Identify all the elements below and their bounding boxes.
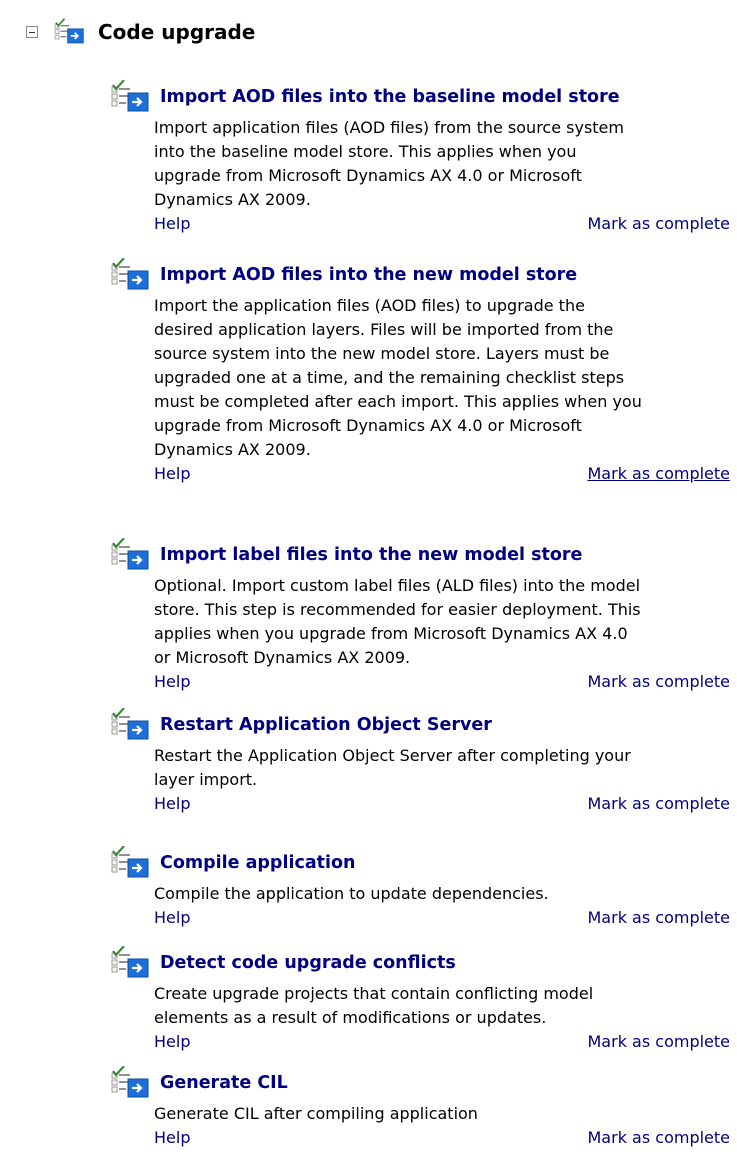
step-description-line: Generate CIL after compiling application: [154, 1104, 478, 1123]
step-description-line: layer import.: [154, 770, 258, 789]
step-description-line: Dynamics AX 2009.: [154, 440, 311, 459]
checklist-task-icon: [111, 258, 149, 290]
mark-as-complete-link[interactable]: Mark as complete: [588, 1126, 731, 1150]
collapse-toggle[interactable]: [26, 26, 38, 38]
step-description-line: must be completed after each import. Thi…: [154, 392, 642, 411]
step-description-line: Create upgrade projects that contain con…: [154, 984, 594, 1003]
step-links: Help Mark as complete: [154, 670, 730, 694]
section-title: Code upgrade: [98, 20, 256, 44]
step-links: Help Mark as complete: [154, 212, 730, 236]
step-description: Generate CIL after compiling application: [154, 1102, 730, 1126]
checklist-step: Generate CIL Generate CIL after compiling…: [108, 1066, 730, 1150]
step-description-line: upgraded one at a time, and the remainin…: [154, 368, 625, 387]
step-description-line: elements as a result of modifications or…: [154, 1008, 547, 1027]
step-header: Generate CIL: [108, 1066, 730, 1100]
step-title-link[interactable]: Restart Application Object Server: [160, 715, 492, 735]
mark-as-complete-link[interactable]: Mark as complete: [588, 670, 731, 694]
mark-as-complete-link[interactable]: Mark as complete: [588, 906, 731, 930]
help-link[interactable]: Help: [154, 1126, 190, 1150]
step-title-link[interactable]: Import label files into the new model st…: [160, 545, 582, 565]
step-description-line: upgrade from Microsoft Dynamics AX 4.0 o…: [154, 166, 582, 185]
checklist-task-icon: [111, 708, 149, 740]
checklist-task-icon: [111, 946, 149, 978]
step-description: Compile the application to update depend…: [154, 882, 730, 906]
checklist-step: Detect code upgrade conflicts Create upgr…: [108, 946, 730, 1054]
help-link[interactable]: Help: [154, 212, 190, 236]
checklist-step: Compile application Compile the applicati…: [108, 846, 730, 930]
step-title-link[interactable]: Compile application: [160, 853, 355, 873]
step-links: Help Mark as complete: [154, 792, 730, 816]
checklist-section-icon: [54, 18, 84, 44]
step-links: Help Mark as complete: [154, 1030, 730, 1054]
step-header: Compile application: [108, 846, 730, 880]
checklist-step: Import label files into the new model st…: [108, 538, 730, 694]
help-link[interactable]: Help: [154, 670, 190, 694]
step-description-line: into the baseline model store. This appl…: [154, 142, 577, 161]
step-header: Import label files into the new model st…: [108, 538, 730, 572]
step-description-line: desired application layers. Files will b…: [154, 320, 614, 339]
help-link[interactable]: Help: [154, 1030, 190, 1054]
mark-as-complete-link[interactable]: Mark as complete: [588, 212, 731, 236]
step-description-line: Restart the Application Object Server af…: [154, 746, 631, 765]
step-description-line: source system into the new model store. …: [154, 344, 610, 363]
mark-as-complete-link[interactable]: Mark as complete: [588, 462, 731, 486]
checklist-step: Import AOD files into the new model stor…: [108, 258, 730, 486]
checklist-task-icon: [111, 80, 149, 112]
step-title-link[interactable]: Generate CIL: [160, 1073, 288, 1093]
step-links: Help Mark as complete: [154, 462, 730, 486]
step-description: Import the application files (AOD files)…: [154, 294, 730, 462]
help-link[interactable]: Help: [154, 792, 190, 816]
step-description-line: Dynamics AX 2009.: [154, 190, 311, 209]
step-header: Detect code upgrade conflicts: [108, 946, 730, 980]
section-header: Code upgrade: [26, 10, 255, 54]
step-links: Help Mark as complete: [154, 1126, 730, 1150]
step-description-line: or Microsoft Dynamics AX 2009.: [154, 648, 411, 667]
checklist-step: Import AOD files into the baseline model…: [108, 80, 730, 236]
checklist-step: Restart Application Object Server Restart…: [108, 708, 730, 816]
help-link[interactable]: Help: [154, 462, 190, 486]
step-links: Help Mark as complete: [154, 906, 730, 930]
step-title-link[interactable]: Import AOD files into the new model stor…: [160, 265, 577, 285]
help-link[interactable]: Help: [154, 906, 190, 930]
mark-as-complete-link[interactable]: Mark as complete: [588, 792, 731, 816]
step-description-line: upgrade from Microsoft Dynamics AX 4.0 o…: [154, 416, 582, 435]
step-header: Import AOD files into the baseline model…: [108, 80, 730, 114]
step-description-line: applies when you upgrade from Microsoft …: [154, 624, 628, 643]
step-description-line: Optional. Import custom label files (ALD…: [154, 576, 641, 595]
step-title-link[interactable]: Import AOD files into the baseline model…: [160, 87, 620, 107]
step-description-line: Import the application files (AOD files)…: [154, 296, 585, 315]
step-description: Restart the Application Object Server af…: [154, 744, 730, 792]
step-header: Restart Application Object Server: [108, 708, 730, 742]
step-description-line: store. This step is recommended for easi…: [154, 600, 641, 619]
mark-as-complete-link[interactable]: Mark as complete: [588, 1030, 731, 1054]
step-description-line: Import application files (AOD files) fro…: [154, 118, 624, 137]
step-description: Import application files (AOD files) fro…: [154, 116, 730, 212]
step-description-line: Compile the application to update depend…: [154, 884, 549, 903]
checklist-task-icon: [111, 538, 149, 570]
step-description: Optional. Import custom label files (ALD…: [154, 574, 730, 670]
checklist-task-icon: [111, 846, 149, 878]
step-title-link[interactable]: Detect code upgrade conflicts: [160, 953, 456, 973]
step-description: Create upgrade projects that contain con…: [154, 982, 730, 1030]
step-header: Import AOD files into the new model stor…: [108, 258, 730, 292]
checklist-task-icon: [111, 1066, 149, 1098]
